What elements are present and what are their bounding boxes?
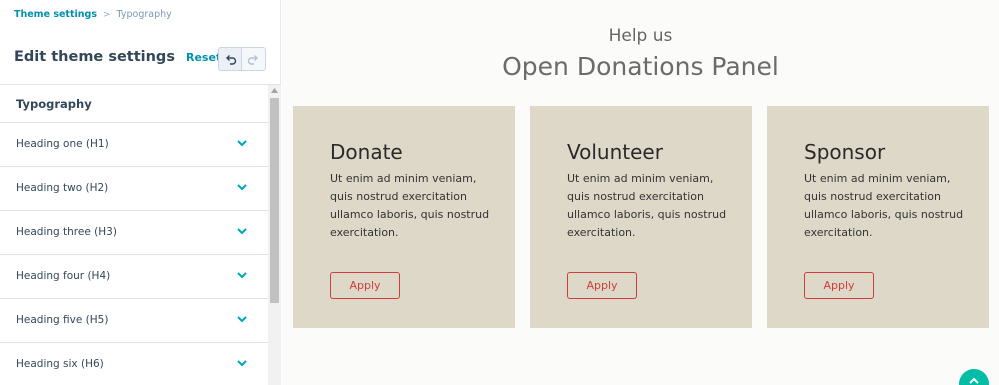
undo-icon bbox=[225, 54, 236, 65]
reset-button[interactable]: Reset bbox=[186, 51, 221, 64]
accordion-heading-six[interactable]: Heading six (H6) bbox=[0, 343, 268, 385]
apply-button[interactable]: Apply bbox=[804, 272, 874, 299]
card-title: Donate bbox=[330, 140, 403, 164]
card-title: Volunteer bbox=[567, 140, 663, 164]
card-title: Sponsor bbox=[804, 140, 886, 164]
chevron-down-icon bbox=[237, 228, 247, 235]
breadcrumb-theme-settings-link[interactable]: Theme settings bbox=[14, 9, 97, 20]
chevron-down-icon bbox=[237, 140, 247, 147]
redo-icon bbox=[247, 54, 258, 65]
theme-settings-sidebar: Theme settings > Typography Edit theme s… bbox=[0, 0, 281, 385]
card-volunteer: Volunteer Ut enim ad minim veniam, quis … bbox=[530, 106, 752, 328]
scrollbar-thumb[interactable] bbox=[270, 98, 279, 303]
chevron-down-icon bbox=[237, 272, 247, 279]
accordion-heading-one[interactable]: Heading one (H1) bbox=[0, 123, 268, 167]
panel-header: Edit theme settings Reset bbox=[0, 32, 281, 85]
accordion-heading-two[interactable]: Heading two (H2) bbox=[0, 167, 268, 211]
accordion-label: Heading three (H3) bbox=[16, 226, 117, 238]
accordion-label: Heading six (H6) bbox=[16, 358, 104, 370]
accordion-heading-three[interactable]: Heading three (H3) bbox=[0, 211, 268, 255]
accordion-heading-four[interactable]: Heading four (H4) bbox=[0, 255, 268, 299]
page-preview: Help us Open Donations Panel Donate Ut e… bbox=[282, 0, 999, 385]
chevron-down-icon bbox=[237, 184, 247, 191]
accordion-label: Heading five (H5) bbox=[16, 314, 109, 326]
card-sponsor: Sponsor Ut enim ad minim veniam, quis no… bbox=[767, 106, 989, 328]
panel-title: Edit theme settings bbox=[14, 49, 175, 65]
typography-settings-list: Typography Heading one (H1) Heading two … bbox=[0, 85, 268, 385]
breadcrumb: Theme settings > Typography bbox=[14, 9, 172, 20]
card-body: Ut enim ad minim veniam, quis nostrud ex… bbox=[567, 172, 727, 239]
accordion-label: Heading two (H2) bbox=[16, 182, 109, 194]
redo-button[interactable] bbox=[242, 48, 265, 70]
chevron-up-icon bbox=[271, 88, 278, 93]
apply-button[interactable]: Apply bbox=[567, 272, 637, 299]
section-title-typography: Typography bbox=[0, 85, 268, 123]
chevron-up-icon bbox=[969, 377, 979, 384]
scroll-up-button[interactable] bbox=[268, 88, 281, 96]
breadcrumb-current: Typography bbox=[116, 9, 172, 20]
card-body: Ut enim ad minim veniam, quis nostrud ex… bbox=[804, 172, 964, 239]
undo-button[interactable] bbox=[219, 48, 243, 70]
undo-redo-group bbox=[218, 47, 266, 71]
sidebar-scrollbar[interactable] bbox=[268, 85, 281, 385]
accordion-heading-five[interactable]: Heading five (H5) bbox=[0, 299, 268, 343]
card-donate: Donate Ut enim ad minim veniam, quis nos… bbox=[293, 106, 515, 328]
apply-button[interactable]: Apply bbox=[330, 272, 400, 299]
chevron-down-icon bbox=[237, 316, 247, 323]
breadcrumb-separator: > bbox=[103, 9, 111, 20]
accordion-label: Heading four (H4) bbox=[16, 270, 111, 282]
preview-headline: Open Donations Panel bbox=[502, 52, 779, 81]
card-body: Ut enim ad minim veniam, quis nostrud ex… bbox=[330, 172, 490, 239]
accordion-label: Heading one (H1) bbox=[16, 138, 109, 150]
chevron-down-icon bbox=[237, 360, 247, 367]
preview-eyebrow: Help us bbox=[608, 26, 673, 46]
